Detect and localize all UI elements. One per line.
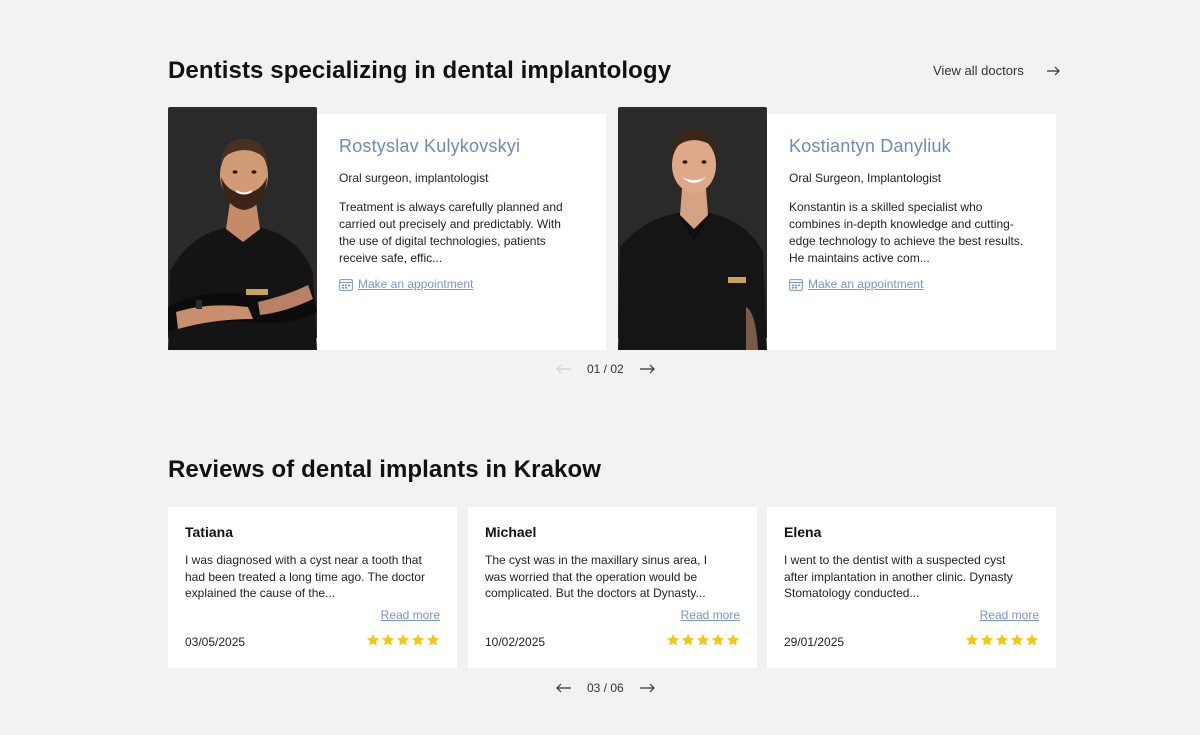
review-card: Michael The cyst was in the maxillary si…: [468, 507, 757, 668]
star-icon: [411, 633, 425, 646]
doctor-info: Rostyslav Kulykovskyi Oral surgeon, impl…: [339, 136, 579, 291]
star-icon: [711, 633, 725, 646]
arrow-left-icon[interactable]: [556, 364, 572, 374]
doctor-name[interactable]: Rostyslav Kulykovskyi: [339, 136, 579, 157]
pager-counter: 01 / 02: [587, 362, 624, 376]
arrow-left-icon[interactable]: [556, 683, 572, 693]
star-icon: [965, 633, 979, 646]
doctor-role: Oral surgeon, implantologist: [339, 171, 489, 185]
reviewer-name: Tatiana: [185, 524, 233, 540]
calendar-icon: [339, 278, 353, 291]
calendar-icon: [789, 278, 803, 291]
star-icon: [1010, 633, 1024, 646]
star-icon: [726, 633, 740, 646]
read-more-link[interactable]: Read more: [681, 608, 740, 622]
section-title-reviews: Reviews of dental implants in Krakow: [168, 456, 602, 483]
star-icon: [980, 633, 994, 646]
star-icon: [681, 633, 695, 646]
view-all-label: View all doctors: [933, 63, 1024, 78]
doctor-card: Kostiantyn Danyliuk Oral Surgeon, Implan…: [618, 107, 1056, 350]
star-icon: [381, 633, 395, 646]
view-all-doctors-link[interactable]: View all doctors: [933, 63, 1060, 78]
arrow-right-icon: [1046, 66, 1060, 75]
star-icon: [1025, 633, 1039, 646]
star-icon: [995, 633, 1009, 646]
review-date: 29/01/2025: [784, 635, 845, 649]
review-date: 03/05/2025: [185, 635, 246, 649]
pager-counter: 03 / 06: [587, 681, 624, 695]
star-icon: [696, 633, 710, 646]
star-icon: [366, 633, 380, 646]
doctor-description: Treatment is always carefully planned an…: [339, 200, 563, 265]
star-icon: [426, 633, 440, 646]
doctors-pager: 01 / 02: [556, 362, 655, 376]
appointment-label: Make an appointment: [358, 277, 474, 291]
section-title-doctors: Dentists specializing in dental implanto…: [168, 57, 672, 84]
doctor-photo: [618, 107, 767, 350]
doctor-role: Oral Surgeon, Implantologist: [789, 171, 942, 185]
star-rating: [965, 633, 1039, 647]
appointment-label: Make an appointment: [808, 277, 924, 291]
doctor-description: Konstantin is a skilled specialist who c…: [789, 200, 1024, 265]
read-more-link[interactable]: Read more: [381, 608, 440, 622]
review-card: Tatiana I was diagnosed with a cyst near…: [168, 507, 457, 668]
doctor-card: Rostyslav Kulykovskyi Oral surgeon, impl…: [168, 107, 606, 350]
reviewer-name: Elena: [784, 524, 822, 540]
doctor-name[interactable]: Kostiantyn Danyliuk: [789, 136, 1029, 157]
make-appointment-link[interactable]: Make an appointment: [789, 277, 1029, 291]
review-card: Elena I went to the dentist with a suspe…: [767, 507, 1056, 668]
make-appointment-link[interactable]: Make an appointment: [339, 277, 579, 291]
review-text: The cyst was in the maxillary sinus area…: [485, 553, 708, 600]
arrow-right-icon[interactable]: [639, 364, 655, 374]
review-text: I was diagnosed with a cyst near a tooth…: [185, 553, 425, 600]
doctor-info: Kostiantyn Danyliuk Oral Surgeon, Implan…: [789, 136, 1029, 291]
review-date: 10/02/2025: [485, 635, 546, 649]
reviewer-name: Michael: [485, 524, 537, 540]
reviews-pager: 03 / 06: [556, 681, 655, 695]
star-icon: [666, 633, 680, 646]
arrow-right-icon[interactable]: [639, 683, 655, 693]
review-text: I went to the dentist with a suspected c…: [784, 553, 1013, 600]
star-rating: [366, 633, 440, 647]
read-more-link[interactable]: Read more: [980, 608, 1039, 622]
doctor-photo: [168, 107, 317, 350]
star-rating: [666, 633, 740, 647]
star-icon: [396, 633, 410, 646]
